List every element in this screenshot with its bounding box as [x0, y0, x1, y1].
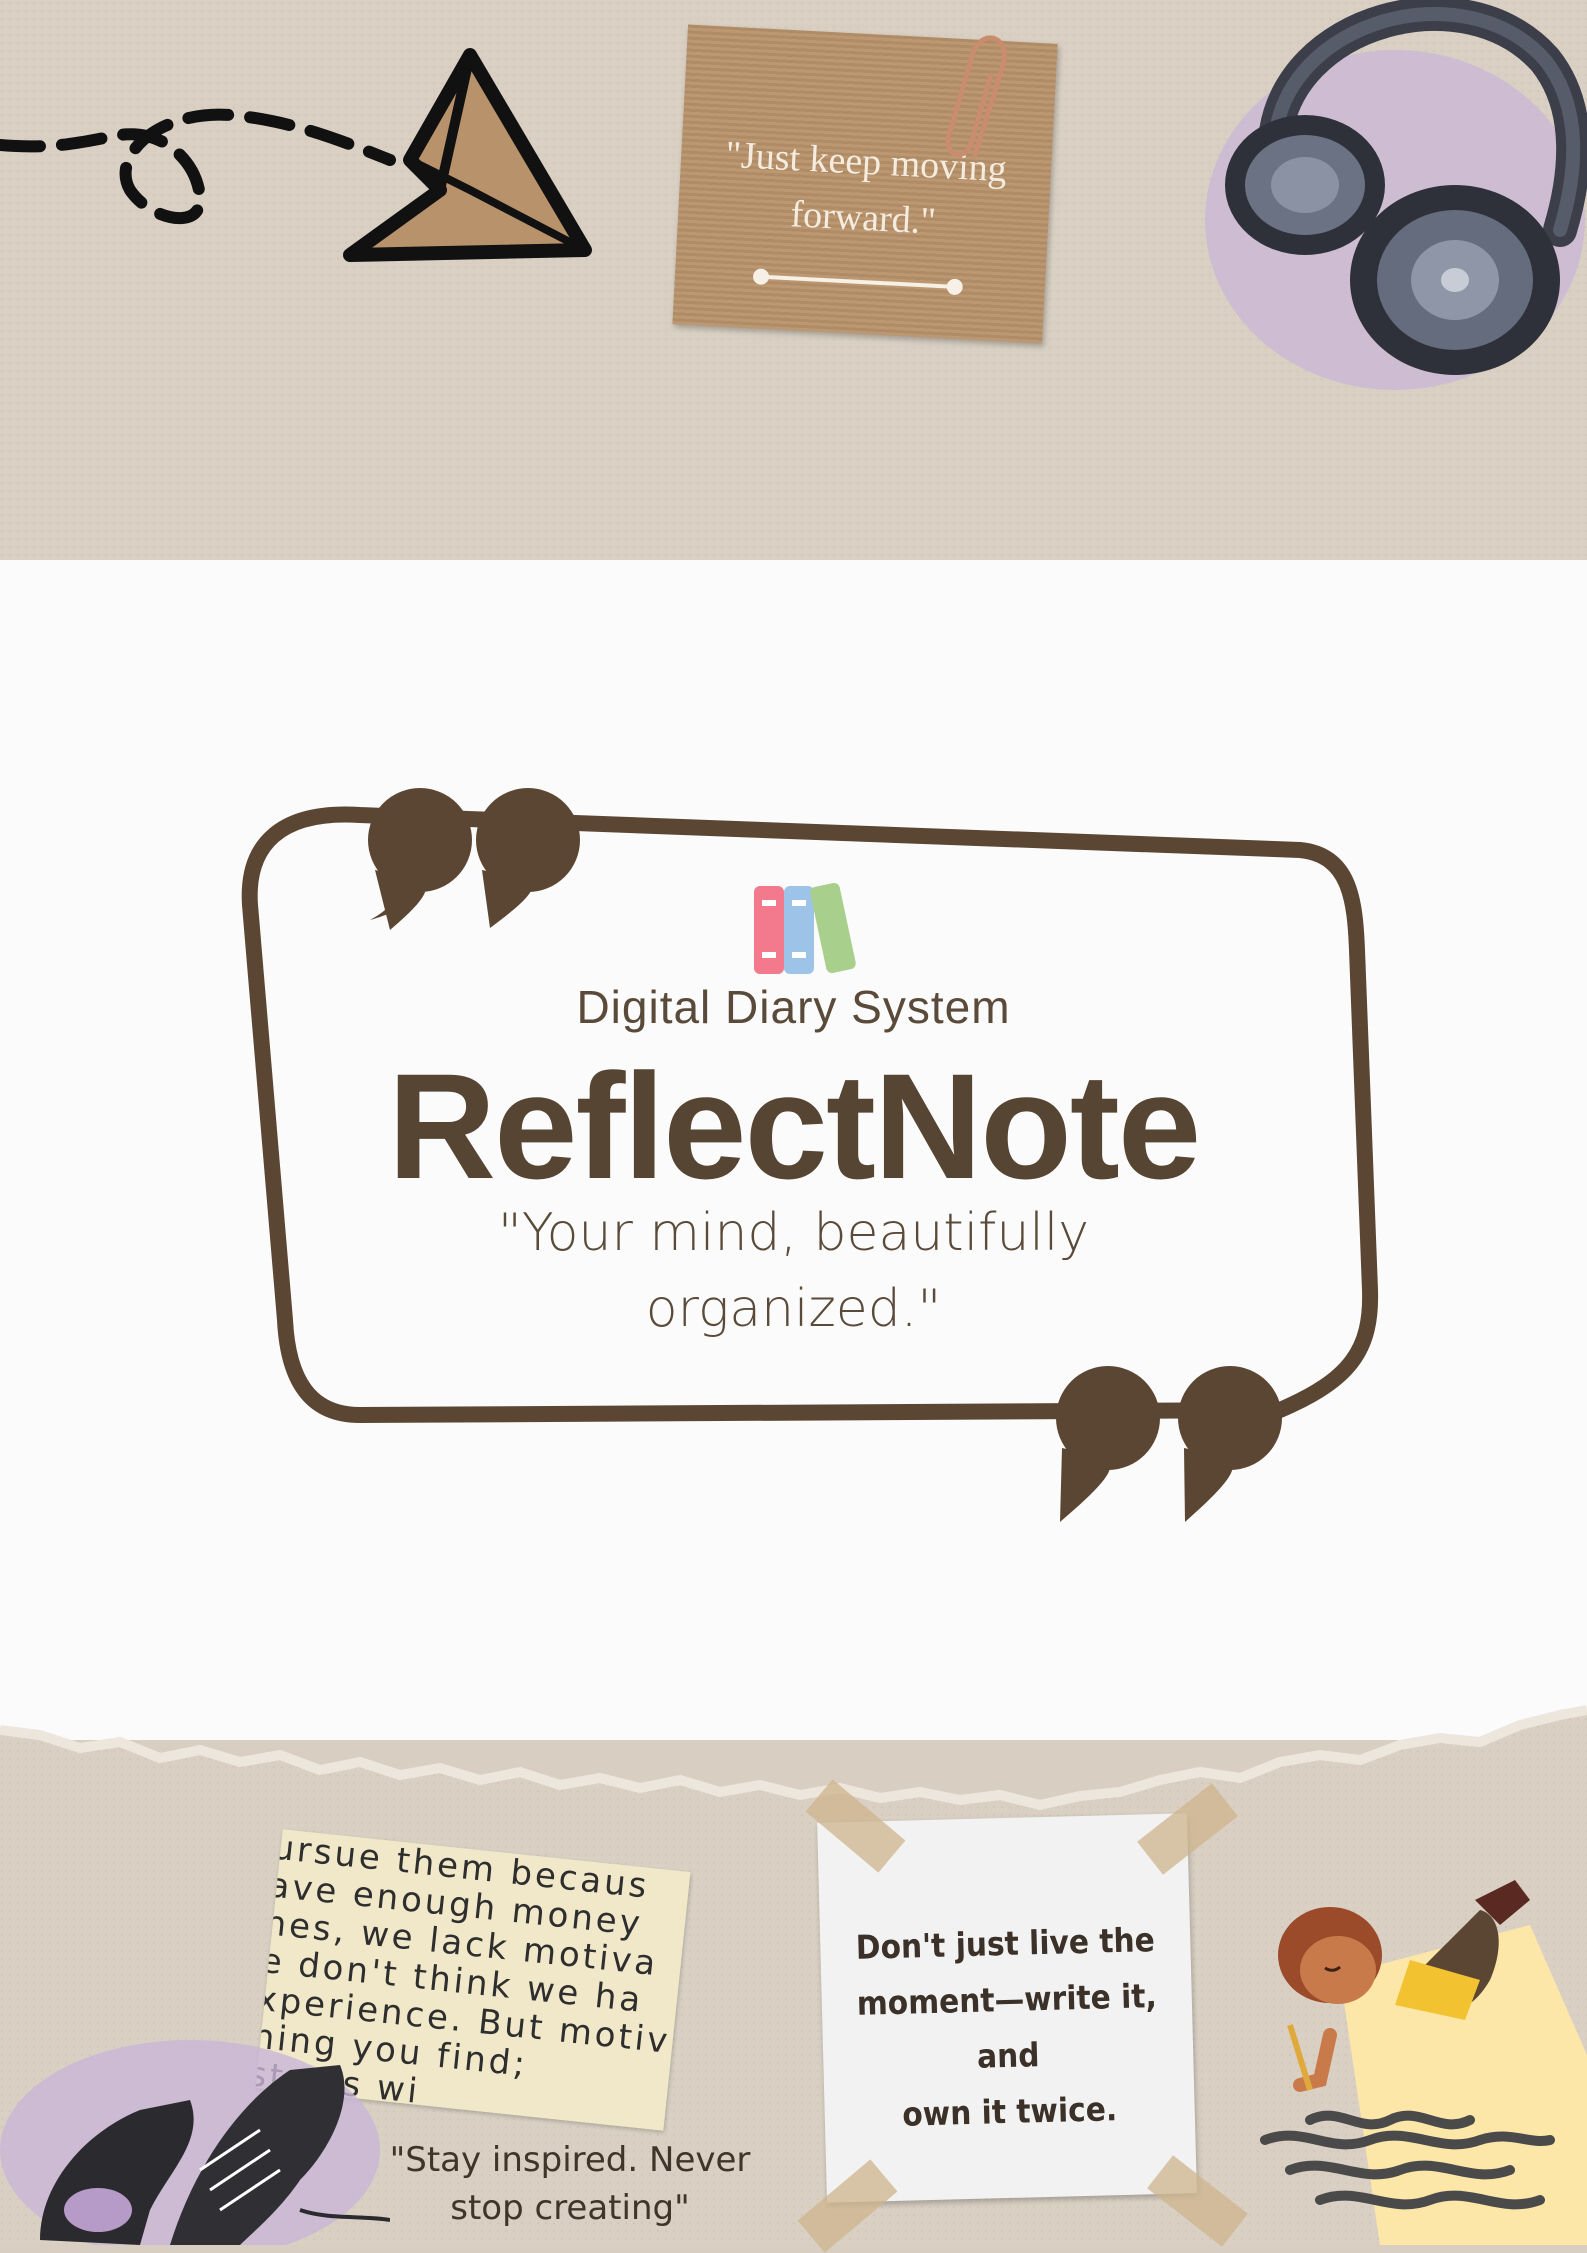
bottom-quote-line-2: stop creating" [450, 2188, 690, 2228]
writing-child-icon [1260, 1880, 1587, 2245]
bottom-quote: "Stay inspired. Never stop creating" [360, 2136, 780, 2232]
sneakers-icon [0, 2040, 390, 2245]
sticky-line-3: own it twice. [901, 2089, 1118, 2134]
tagline-line-2: organized." [645, 1279, 942, 1339]
books-icon [754, 882, 856, 974]
paper-plane-icon [0, 48, 592, 262]
sticky-line-2: moment—write it, and [856, 1976, 1158, 2076]
sticky-note: Don't just live the moment—write it, and… [817, 1813, 1197, 2203]
tagline: "Your mind, beautifully organized." [0, 1195, 1587, 1347]
sticky-line-1: Don't just live the [855, 1920, 1156, 1967]
headphones-icon [1205, 0, 1587, 390]
paperclip-icon [945, 35, 1007, 158]
bottom-quote-line-1: "Stay inspired. Never [389, 2140, 751, 2180]
sticky-note-text: Don't just live the moment—write it, and… [840, 1912, 1176, 2145]
tagline-line-1: "Your mind, beautifully [497, 1203, 1090, 1263]
subtitle: Digital Diary System [576, 981, 1011, 1033]
brand-title: ReflectNote [387, 1042, 1202, 1210]
